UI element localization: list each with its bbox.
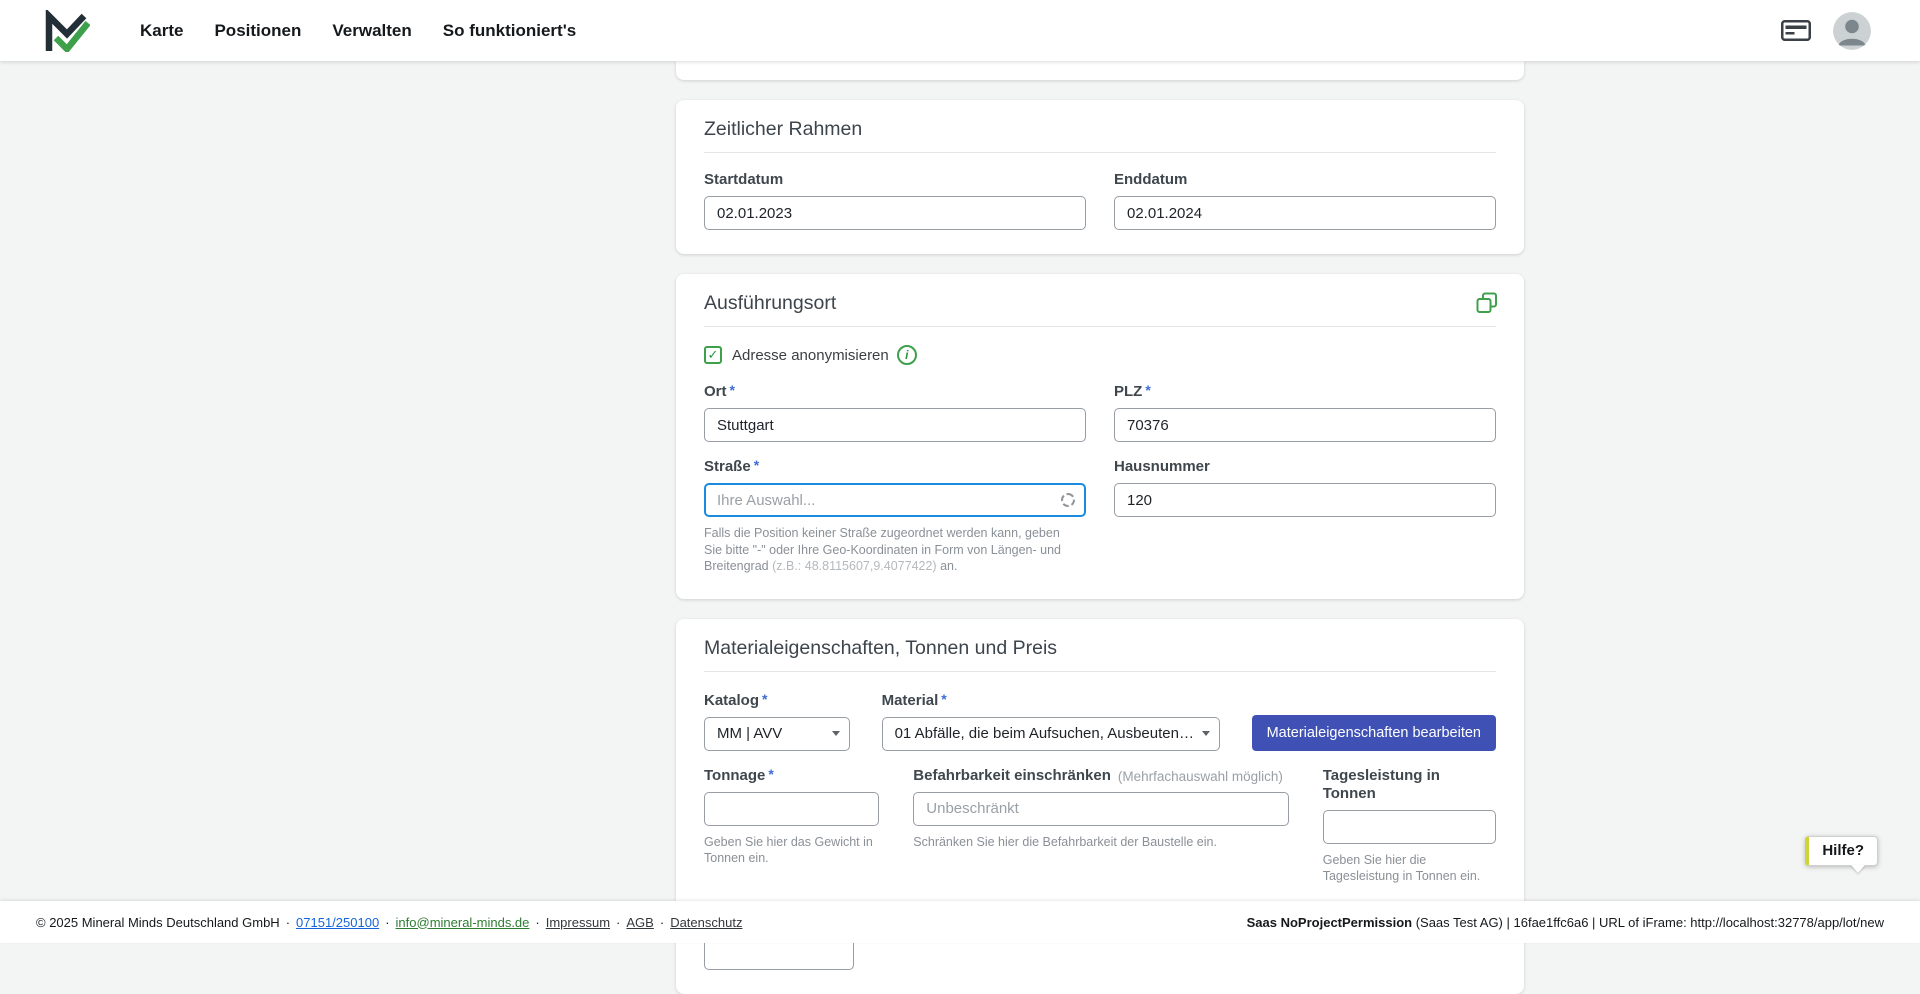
anonymize-label: Adresse anonymisieren [732,347,889,364]
avatar[interactable] [1833,12,1871,50]
required-asterisk: * [754,456,759,474]
material-row-1: Katalog * MM | AVV Material * 01 Abfälle… [704,692,1496,751]
scrolled-card-sliver [676,61,1524,80]
strasse-label: Straße [704,458,751,476]
location-card-title: Ausführungsort [704,290,1496,326]
material-field: Material * 01 Abfälle, die beim Aufsuche… [882,692,1220,751]
main-content: Zeitlicher Rahmen Startdatum Enddatum Au… [676,61,1524,994]
footer-left: © 2025 Mineral Minds Deutschland GmbH · … [36,915,742,930]
enddatum-input[interactable] [1114,196,1496,230]
loading-spinner-icon [1061,493,1075,507]
plz-label: PLZ [1114,383,1142,401]
required-asterisk: * [762,690,767,708]
strasse-input[interactable] [704,483,1086,517]
mineral-minds-logo[interactable] [44,10,90,52]
hausnummer-field: Hausnummer [1114,458,1496,575]
katalog-select[interactable]: MM | AVV [704,717,850,751]
befahrbarkeit-hint: (Mehrfachauswahl möglich) [1118,768,1283,786]
nav-item-verwalten[interactable]: Verwalten [332,21,411,41]
required-asterisk: * [768,765,773,783]
tonnage-helper-text: Geben Sie hier das Gewicht in Tonnen ein… [704,834,879,867]
strasse-field: Straße * Falls die Position keiner Straß… [704,458,1086,575]
card-icon[interactable] [1781,20,1811,41]
material-label: Material [882,692,939,710]
tagesleistung-label: Tagesleistung in Tonnen [1323,767,1496,803]
anonymize-row: ✓ Adresse anonymisieren i [704,345,1496,365]
logo-m-icon [44,10,90,52]
befahrbarkeit-field: Befahrbarkeit einschränken (Mehrfachausw… [913,767,1288,885]
footer-session-rest: (Saas Test AG) | 16fae1ffc6a6 | URL of i… [1412,915,1884,930]
footer-session-info: Saas NoProjectPermission (Saas Test AG) … [1247,915,1884,930]
nav-item-so-funktionierts[interactable]: So funktioniert's [443,21,576,41]
user-icon [1833,12,1871,50]
befahrbarkeit-helper-text: Schränken Sie hier die Befahrbarkeit der… [913,834,1288,851]
coordinates-example: (z.B.: 48.8115607,9.4077422) [772,559,936,573]
katalog-field: Katalog * MM | AVV [704,692,850,751]
tonnage-label: Tonnage [704,767,765,785]
nav-item-positionen[interactable]: Positionen [214,21,301,41]
footer-copyright: © 2025 Mineral Minds Deutschland GmbH [36,915,280,930]
divider [704,671,1496,672]
required-asterisk: * [1145,381,1150,399]
nav-item-karte[interactable]: Karte [140,21,183,41]
tagesleistung-helper-text: Geben Sie hier die Tagesleistung in Tonn… [1323,852,1496,885]
help-bubble-tail [1851,865,1865,873]
top-navbar: Karte Positionen Verwalten So funktionie… [0,0,1920,61]
startdatum-input[interactable] [704,196,1086,230]
hausnummer-input[interactable] [1114,483,1496,517]
chevron-down-icon [1202,731,1210,736]
tonnage-input[interactable] [704,792,879,826]
plz-field: PLZ * [1114,383,1496,442]
footer-datenschutz-link[interactable]: Datenschutz [670,915,742,930]
katalog-label: Katalog [704,692,759,710]
material-row-2: Tonnage * Geben Sie hier das Gewicht in … [704,767,1496,885]
chevron-down-icon [832,731,840,736]
plz-input[interactable] [1114,408,1496,442]
startdatum-label: Startdatum [704,171,783,189]
ort-label: Ort [704,383,727,401]
enddatum-label: Enddatum [1114,171,1187,189]
card-zeitlicher-rahmen: Zeitlicher Rahmen Startdatum Enddatum [676,100,1524,254]
navbar-right [1781,12,1871,50]
required-asterisk: * [941,690,946,708]
footer-agb-link[interactable]: AGB [626,915,653,930]
ort-field: Ort * [704,383,1086,442]
tagesleistung-field: Tagesleistung in Tonnen Geben Sie hier d… [1323,767,1496,885]
befahrbarkeit-label: Befahrbarkeit einschränken [913,767,1111,785]
time-card-title: Zeitlicher Rahmen [704,116,1496,152]
card-ausfuehrungsort: Ausführungsort ✓ Adresse anonymisieren i… [676,274,1524,599]
nav-links: Karte Positionen Verwalten So funktionie… [140,21,576,41]
footer-impressum-link[interactable]: Impressum [546,915,610,930]
startdatum-field: Startdatum [704,171,1086,230]
info-icon[interactable]: i [897,345,917,365]
footer: © 2025 Mineral Minds Deutschland GmbH · … [0,901,1920,943]
enddatum-field: Enddatum [1114,171,1496,230]
tagesleistung-input[interactable] [1323,810,1496,844]
divider [704,326,1496,327]
copy-icon[interactable] [1476,292,1498,314]
footer-email-link[interactable]: info@mineral-minds.de [396,915,530,930]
footer-phone-link[interactable]: 07151/250100 [296,915,379,930]
anonymize-checkbox[interactable]: ✓ [704,346,722,364]
edit-material-button[interactable]: Materialeigenschaften bearbeiten [1252,715,1496,751]
help-button[interactable]: Hilfe? [1805,836,1878,866]
check-icon: ✓ [708,347,719,363]
ort-input[interactable] [704,408,1086,442]
divider [704,152,1496,153]
material-card-title: Materialeigenschaften, Tonnen und Preis [704,635,1496,671]
tonnage-field: Tonnage * Geben Sie hier das Gewicht in … [704,767,879,885]
hausnummer-label: Hausnummer [1114,458,1210,476]
material-select[interactable]: 01 Abfälle, die beim Aufsuchen, Ausbeute… [882,717,1220,751]
befahrbarkeit-input[interactable] [913,792,1288,826]
footer-session-bold: Saas NoProjectPermission [1247,915,1412,930]
strasse-helper-text: Falls die Position keiner Straße zugeord… [704,525,1086,575]
required-asterisk: * [730,381,735,399]
